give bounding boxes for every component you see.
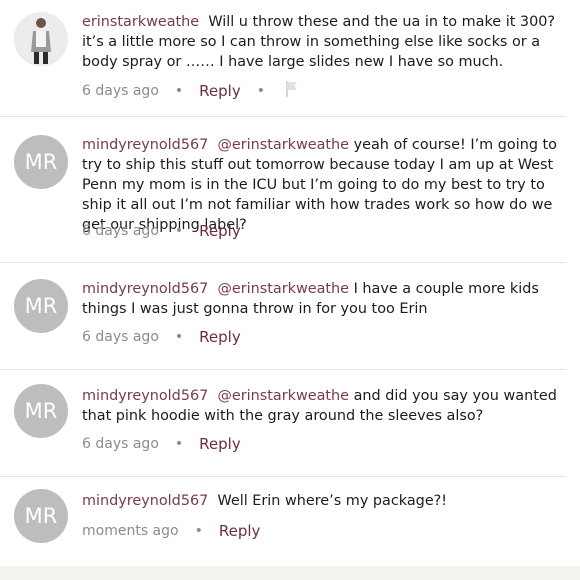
comment-mention[interactable]: @erinstarkweathe	[217, 281, 349, 297]
flag-icon[interactable]	[285, 80, 299, 102]
comment-item: MR mindyreynold567 @erinstarkweathe and …	[0, 370, 566, 477]
comment-mention[interactable]: @erinstarkweathe	[217, 388, 349, 404]
reply-button[interactable]: Reply	[199, 222, 241, 240]
comment-feed: erinstarkweathe Will u throw these and t…	[0, 0, 580, 580]
comment-item: erinstarkweathe Will u throw these and t…	[0, 0, 566, 117]
comment-text: erinstarkweathe Will u throw these and t…	[82, 12, 564, 72]
separator-dot: •	[256, 83, 265, 99]
avatar-initials: MR	[24, 399, 58, 423]
separator-dot: •	[174, 223, 184, 239]
comment-time: moments ago	[82, 523, 179, 539]
comment-item: MR mindyreynold567 @erinstarkweathe yeah…	[0, 117, 566, 263]
comment-meta: 6 days ago • Reply	[82, 435, 241, 453]
comment-mention[interactable]: @erinstarkweathe	[217, 137, 349, 153]
avatar-initials: MR	[24, 150, 58, 174]
comment-meta: moments ago • Reply	[82, 522, 260, 540]
reply-button[interactable]: Reply	[199, 82, 241, 100]
comment-username[interactable]: mindyreynold567	[82, 137, 208, 153]
comment-text: mindyreynold567 @erinstarkweathe I have …	[82, 279, 564, 319]
separator-dot: •	[174, 83, 184, 99]
comment-username[interactable]: mindyreynold567	[82, 281, 208, 297]
avatar-photo	[14, 12, 68, 66]
comment-item: MR mindyreynold567 @erinstarkweathe I ha…	[0, 263, 566, 370]
comment-username[interactable]: mindyreynold567	[82, 388, 208, 404]
separator-dot: •	[174, 329, 184, 345]
comment-time: 6 days ago	[82, 83, 159, 99]
footer-bar	[0, 566, 580, 580]
avatar[interactable]: MR	[14, 384, 68, 438]
comment-time: 6 days ago	[82, 436, 159, 452]
comment-item: MR mindyreynold567 Well Erin where’s my …	[0, 477, 566, 565]
reply-button[interactable]: Reply	[199, 435, 241, 453]
avatar-initials: MR	[24, 294, 58, 318]
avatar[interactable]: MR	[14, 489, 68, 543]
avatar-initials: MR	[24, 504, 58, 528]
comment-meta: 6 days ago • Reply	[82, 328, 241, 346]
avatar[interactable]	[14, 12, 68, 66]
comment-time: 6 days ago	[82, 329, 159, 345]
comment-time: 6 days ago	[82, 223, 159, 239]
comment-meta: 6 days ago • Reply	[82, 222, 241, 240]
comment-message: Well Erin where’s my package?!	[217, 493, 448, 509]
avatar[interactable]: MR	[14, 135, 68, 189]
separator-dot: •	[194, 523, 203, 539]
comment-text: mindyreynold567 @erinstarkweathe yeah of…	[82, 135, 564, 235]
separator-dot: •	[174, 436, 184, 452]
avatar[interactable]: MR	[14, 279, 68, 333]
comment-text: mindyreynold567 Well Erin where’s my pac…	[82, 491, 564, 511]
comment-meta: 6 days ago • Reply •	[82, 80, 299, 102]
comment-text: mindyreynold567 @erinstarkweathe and did…	[82, 386, 564, 426]
comment-username[interactable]: erinstarkweathe	[82, 14, 199, 30]
comment-username[interactable]: mindyreynold567	[82, 493, 208, 509]
reply-button[interactable]: Reply	[219, 522, 261, 540]
reply-button[interactable]: Reply	[199, 328, 241, 346]
